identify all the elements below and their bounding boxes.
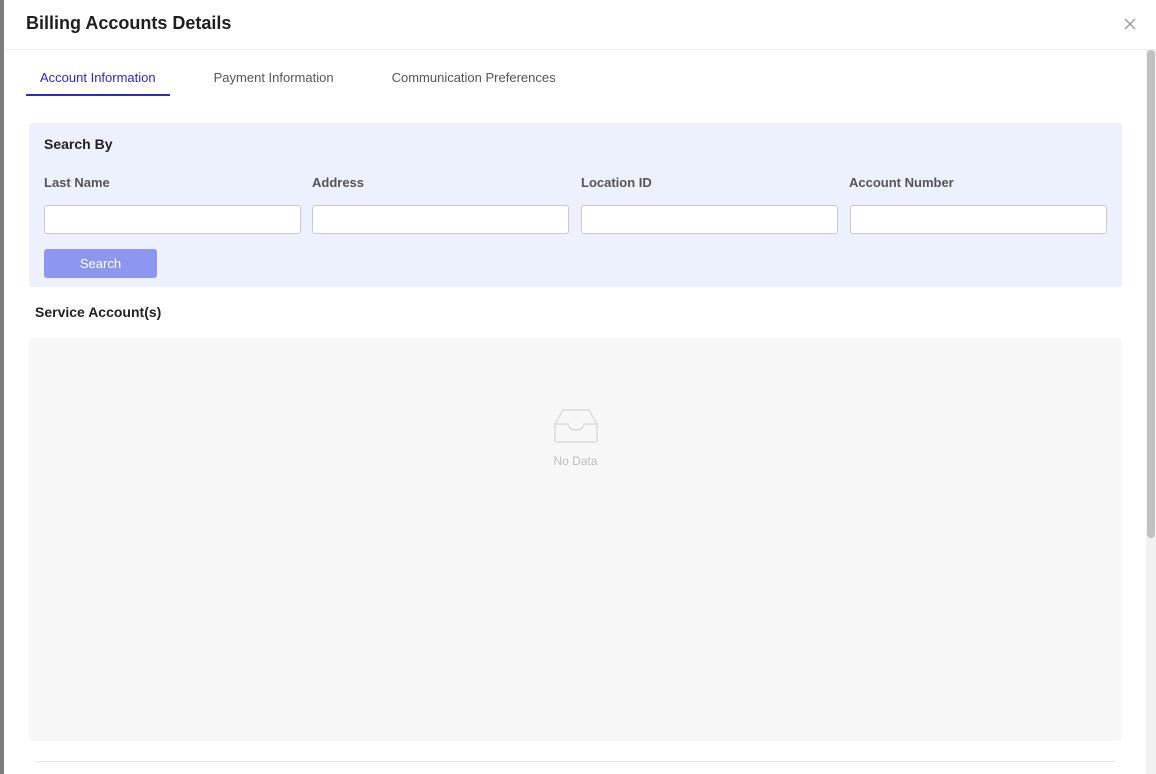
modal-header: Billing Accounts Details	[4, 0, 1156, 50]
account-number-input[interactable]	[850, 205, 1107, 234]
address-input[interactable]	[312, 205, 569, 234]
location-id-label: Location ID	[581, 175, 652, 190]
scrollbar-thumb[interactable]	[1147, 50, 1155, 538]
tab-payment-information[interactable]: Payment Information	[200, 58, 348, 96]
close-icon	[1124, 18, 1136, 30]
tab-account-information[interactable]: Account Information	[26, 58, 170, 96]
location-id-input[interactable]	[581, 205, 838, 234]
account-number-label: Account Number	[849, 175, 954, 190]
close-button[interactable]	[1120, 14, 1140, 34]
address-label: Address	[312, 175, 365, 190]
inbox-icon	[554, 409, 598, 443]
service-accounts-table: No Data	[29, 338, 1122, 741]
tab-communication-preferences[interactable]: Communication Preferences	[378, 58, 570, 96]
empty-state-text: No Data	[553, 454, 598, 468]
last-name-label: Last Name	[44, 175, 110, 190]
footer-divider	[35, 761, 1115, 762]
modal-title: Billing Accounts Details	[26, 13, 232, 33]
tab-bar: Account Information Payment Information …	[26, 58, 600, 96]
search-panel: Search By Last Name Address Location ID …	[29, 123, 1122, 287]
search-by-heading: Search By	[44, 136, 113, 152]
search-button[interactable]: Search	[44, 249, 157, 278]
last-name-input[interactable]	[44, 205, 301, 234]
service-accounts-heading: Service Account(s)	[35, 304, 162, 320]
billing-accounts-modal: Billing Accounts Details Account Informa…	[4, 0, 1156, 774]
